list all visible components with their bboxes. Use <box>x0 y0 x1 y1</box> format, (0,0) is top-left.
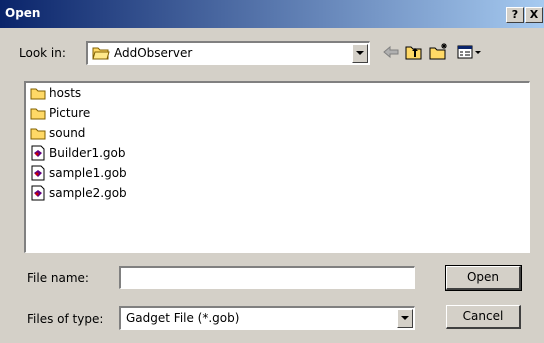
file-type-combo[interactable]: Gadget File (*.gob) <box>119 306 415 330</box>
file-name: sample1.gob <box>49 166 127 180</box>
list-item[interactable]: Picture <box>30 104 90 122</box>
new-folder-icon[interactable] <box>429 42 449 60</box>
file-name: sound <box>49 126 86 140</box>
back-arrow-icon[interactable] <box>382 44 400 60</box>
list-item[interactable]: sound <box>30 124 85 142</box>
files-of-type-label: Files of type: <box>27 312 104 326</box>
folder-icon <box>30 88 46 100</box>
file-name: hosts <box>49 86 82 100</box>
file-name: Picture <box>49 106 91 120</box>
open-folder-icon <box>92 47 110 60</box>
view-menu-icon[interactable] <box>457 44 483 60</box>
open-button-label: Open <box>466 270 500 284</box>
cancel-button[interactable]: Cancel <box>446 305 521 329</box>
file-name: sample2.gob <box>49 186 127 200</box>
look-in-combo[interactable]: AddObserver <box>86 41 370 65</box>
gob-file-icon <box>31 145 45 161</box>
list-item[interactable]: hosts <box>30 84 81 102</box>
file-type-dropdown-button[interactable] <box>397 309 413 328</box>
look-in-label: Look in: <box>19 46 66 60</box>
help-button[interactable]: ? <box>506 7 524 23</box>
close-button[interactable]: X <box>525 7 543 23</box>
file-name-label: File name: <box>27 271 89 285</box>
file-name: Builder1.gob <box>49 146 126 160</box>
title-bar[interactable]: Open ? X <box>0 0 544 28</box>
file-name-input[interactable] <box>119 266 415 289</box>
folder-icon <box>30 128 46 140</box>
list-item[interactable]: sample2.gob <box>30 184 127 202</box>
cancel-button-label: Cancel <box>462 309 504 323</box>
list-item[interactable]: Builder1.gob <box>30 144 125 162</box>
gob-file-icon <box>31 165 45 181</box>
open-button[interactable]: Open <box>445 265 522 291</box>
file-type-value: Gadget File (*.gob) <box>126 311 240 325</box>
window-title: Open <box>5 6 41 20</box>
look-in-value: AddObserver <box>114 46 193 60</box>
gob-file-icon <box>31 185 45 201</box>
list-item[interactable]: sample1.gob <box>30 164 127 182</box>
look-in-dropdown-button[interactable] <box>352 44 368 63</box>
folder-icon <box>30 108 46 120</box>
up-folder-icon[interactable] <box>405 44 423 60</box>
